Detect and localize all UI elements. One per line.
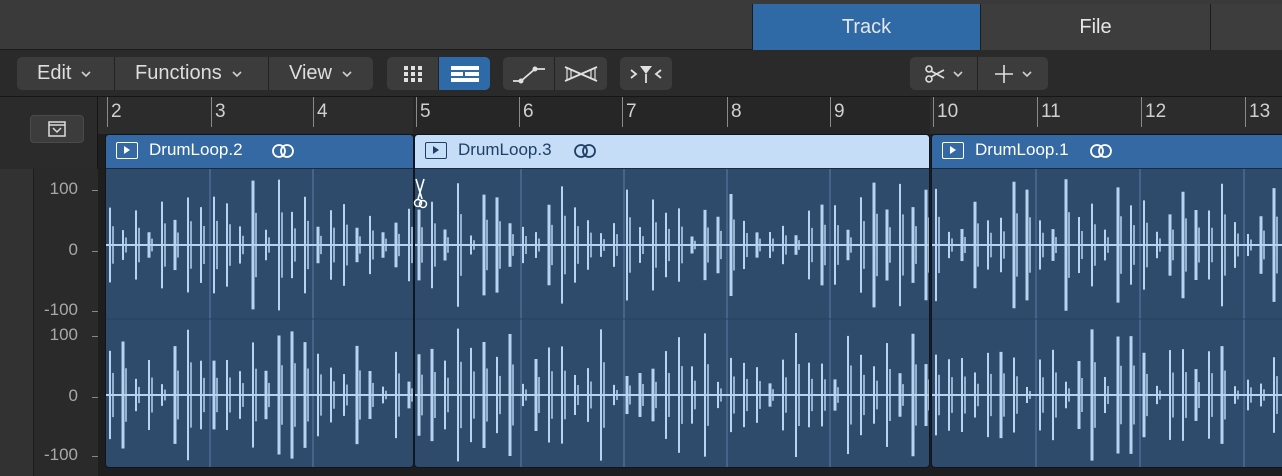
flex-tool-icon bbox=[630, 65, 662, 83]
tab-file[interactable]: File bbox=[980, 4, 1210, 50]
amplitude-scale: 100 0 -100 100 0 -100 bbox=[0, 169, 104, 476]
ruler-tick bbox=[211, 97, 212, 127]
ruler-bar-number: 13 bbox=[1249, 101, 1271, 122]
scissors-cursor-icon bbox=[413, 178, 428, 209]
ruler-segment bbox=[98, 97, 413, 134]
amplitude-label: 0 bbox=[68, 240, 78, 259]
edit-menu-label: Edit bbox=[37, 62, 72, 84]
edit-menu[interactable]: Edit bbox=[17, 57, 115, 90]
ruler-segment bbox=[930, 97, 1282, 134]
track-header-top bbox=[0, 97, 98, 169]
ruler-tick bbox=[727, 97, 728, 127]
automation-button[interactable] bbox=[503, 57, 555, 90]
track-strip bbox=[0, 169, 34, 476]
view-mode-group bbox=[387, 57, 490, 90]
loop-icon bbox=[574, 144, 596, 158]
view-menu-label: View bbox=[289, 62, 332, 84]
left-click-tool-menu[interactable] bbox=[910, 57, 978, 90]
ruler-tick bbox=[1245, 97, 1246, 127]
audio-region-selected[interactable]: DrumLoop.3 bbox=[414, 134, 930, 468]
ruler-tick bbox=[830, 97, 831, 127]
automation-group bbox=[503, 57, 607, 90]
ruler-bar-number: 8 bbox=[731, 101, 742, 122]
crossfade-button[interactable] bbox=[555, 57, 607, 90]
region-name: DrumLoop.1 bbox=[975, 140, 1069, 159]
view-menu[interactable]: View bbox=[269, 57, 373, 90]
amplitude-label: 100 bbox=[49, 179, 78, 198]
ruler-bar-number: 6 bbox=[523, 101, 534, 122]
collapse-icon bbox=[48, 121, 66, 137]
crosshair-tool-icon bbox=[995, 64, 1013, 83]
tool-group bbox=[910, 57, 1048, 90]
ruler-tick bbox=[1141, 97, 1142, 127]
ruler-bar-number: 9 bbox=[834, 101, 845, 122]
ruler-tick bbox=[107, 97, 108, 127]
grid-view-icon bbox=[403, 65, 422, 82]
waveform bbox=[106, 169, 413, 467]
loop-icon bbox=[1090, 144, 1112, 158]
ruler-tick bbox=[416, 97, 417, 127]
tab-overflow[interactable] bbox=[1210, 4, 1282, 50]
ruler-bar-number: 3 bbox=[215, 101, 226, 122]
automation-curve-icon bbox=[512, 66, 545, 83]
toolbar: Edit Functions View bbox=[0, 50, 1282, 97]
track-view-button[interactable] bbox=[439, 57, 490, 90]
region-name: DrumLoop.2 bbox=[149, 140, 243, 159]
crossfade-icon bbox=[564, 65, 598, 82]
amplitude-label: 0 bbox=[68, 386, 78, 405]
ruler-tick bbox=[313, 97, 314, 127]
chevron-down-icon bbox=[342, 70, 352, 77]
amplitude-label: -100 bbox=[43, 300, 78, 319]
ruler-bar-number: 2 bbox=[111, 101, 122, 122]
ruler-bar-number: 5 bbox=[420, 101, 431, 122]
audio-region[interactable]: DrumLoop.2 bbox=[105, 134, 414, 468]
functions-menu[interactable]: Functions bbox=[115, 57, 269, 90]
amplitude-label: 100 bbox=[49, 325, 78, 344]
region-name: DrumLoop.3 bbox=[458, 140, 552, 159]
ruler-bar-number: 11 bbox=[1041, 101, 1061, 122]
scissors-tool-icon bbox=[924, 64, 944, 83]
grid-view-button[interactable] bbox=[387, 57, 439, 90]
amplitude-label: -100 bbox=[43, 445, 78, 464]
arrange-area[interactable]: DrumLoop.2 DrumLoop.3 DrumLoop.1 bbox=[98, 134, 1282, 476]
bar-ruler[interactable]: 2 3 4 5 6 7 8 9 10 11 12 13 bbox=[98, 97, 1282, 134]
ruler-bar-number: 4 bbox=[317, 101, 328, 122]
loop-icon bbox=[272, 144, 294, 158]
region-header[interactable]: DrumLoop.3 bbox=[415, 135, 929, 169]
tab-track[interactable]: Track bbox=[752, 4, 980, 50]
chevron-down-icon bbox=[1022, 70, 1032, 77]
region-header[interactable]: DrumLoop.2 bbox=[106, 135, 413, 169]
ruler-tick bbox=[933, 97, 934, 127]
audio-region[interactable]: DrumLoop.1 bbox=[931, 134, 1282, 468]
region-header[interactable]: DrumLoop.1 bbox=[932, 135, 1282, 169]
chevron-down-icon bbox=[81, 70, 92, 77]
flex-group bbox=[620, 57, 672, 90]
menu-bar: Edit Functions View bbox=[17, 57, 373, 90]
functions-menu-label: Functions bbox=[135, 62, 222, 84]
ruler-bar-number: 10 bbox=[937, 101, 959, 122]
flex-button[interactable] bbox=[620, 57, 672, 90]
right-click-tool-menu[interactable] bbox=[978, 57, 1048, 90]
top-tab-bar: Track File bbox=[0, 0, 1282, 50]
chevron-down-icon bbox=[952, 70, 963, 77]
ruler-bar-number: 7 bbox=[626, 101, 637, 122]
track-view-icon bbox=[450, 65, 479, 82]
waveform bbox=[932, 169, 1282, 467]
play-region-icon bbox=[425, 142, 447, 159]
collapse-button[interactable] bbox=[30, 115, 84, 143]
ruler-tick bbox=[519, 97, 520, 127]
ruler-tick bbox=[622, 97, 623, 127]
ruler-bar-number: 12 bbox=[1145, 101, 1167, 122]
play-region-icon bbox=[942, 142, 964, 159]
ruler-tick bbox=[1037, 97, 1038, 127]
waveform bbox=[415, 169, 929, 467]
chevron-down-icon bbox=[232, 70, 242, 77]
play-region-icon bbox=[116, 142, 138, 159]
